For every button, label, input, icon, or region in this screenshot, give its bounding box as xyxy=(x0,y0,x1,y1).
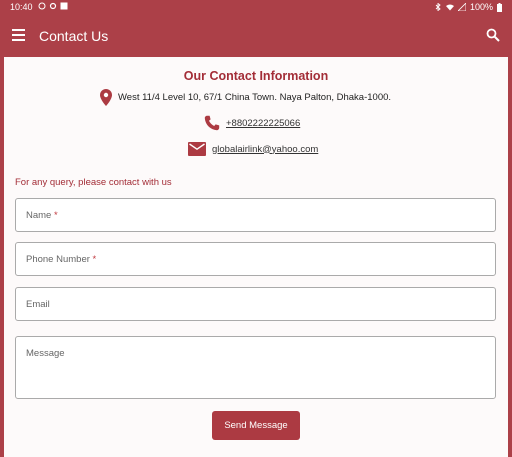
required-mark: * xyxy=(53,210,58,221)
status-bar: 10:40 100% xyxy=(4,0,508,16)
email-link[interactable]: globalairlink@yahoo.com xyxy=(212,144,318,155)
message-field[interactable]: Message xyxy=(15,336,496,399)
search-icon[interactable] xyxy=(486,28,500,42)
phone-icon xyxy=(204,115,220,131)
email-icon xyxy=(188,142,206,156)
send-message-button[interactable]: Send Message xyxy=(212,411,300,440)
alarm-icon xyxy=(38,2,46,10)
address-row: West 11/4 Level 10, 67/1 China Town. Nay… xyxy=(100,89,391,106)
phone-row: +8802222225066 xyxy=(204,115,300,131)
phone-number-field[interactable]: Phone Number * xyxy=(15,242,496,276)
battery-icon xyxy=(497,2,502,12)
image-icon xyxy=(60,2,68,10)
name-field[interactable]: Name * xyxy=(15,198,496,232)
phone-field-label: Phone Number * xyxy=(26,254,97,265)
email-field[interactable]: Email xyxy=(15,287,496,321)
page-title: Contact Us xyxy=(39,28,109,44)
location-pin-icon xyxy=(100,89,112,106)
status-time: 10:40 xyxy=(10,2,33,12)
form-intro-text: For any query, please contact with us xyxy=(15,177,172,188)
status-system-icons: 100% xyxy=(434,2,502,12)
email-row: globalairlink@yahoo.com xyxy=(188,142,318,156)
bluetooth-icon xyxy=(435,3,441,11)
hamburger-menu-icon[interactable] xyxy=(12,29,26,41)
wifi-icon xyxy=(445,4,454,11)
status-notification-icons xyxy=(38,2,68,10)
app-screen: 10:40 100% Contact Us Our Contact Inform… xyxy=(4,0,508,457)
email-field-label: Email xyxy=(26,299,50,310)
app-bar: Contact Us xyxy=(4,16,508,57)
required-mark: * xyxy=(92,254,97,265)
phone-link[interactable]: +8802222225066 xyxy=(226,118,300,129)
settings-icon xyxy=(49,2,57,10)
address-text: West 11/4 Level 10, 67/1 China Town. Nay… xyxy=(118,92,392,103)
message-field-label: Message xyxy=(26,348,65,359)
name-field-label: Name * xyxy=(26,210,58,221)
signal-icon xyxy=(457,3,466,11)
contact-info-title: Our Contact Information xyxy=(183,69,329,83)
battery-level: 100% xyxy=(469,2,493,12)
